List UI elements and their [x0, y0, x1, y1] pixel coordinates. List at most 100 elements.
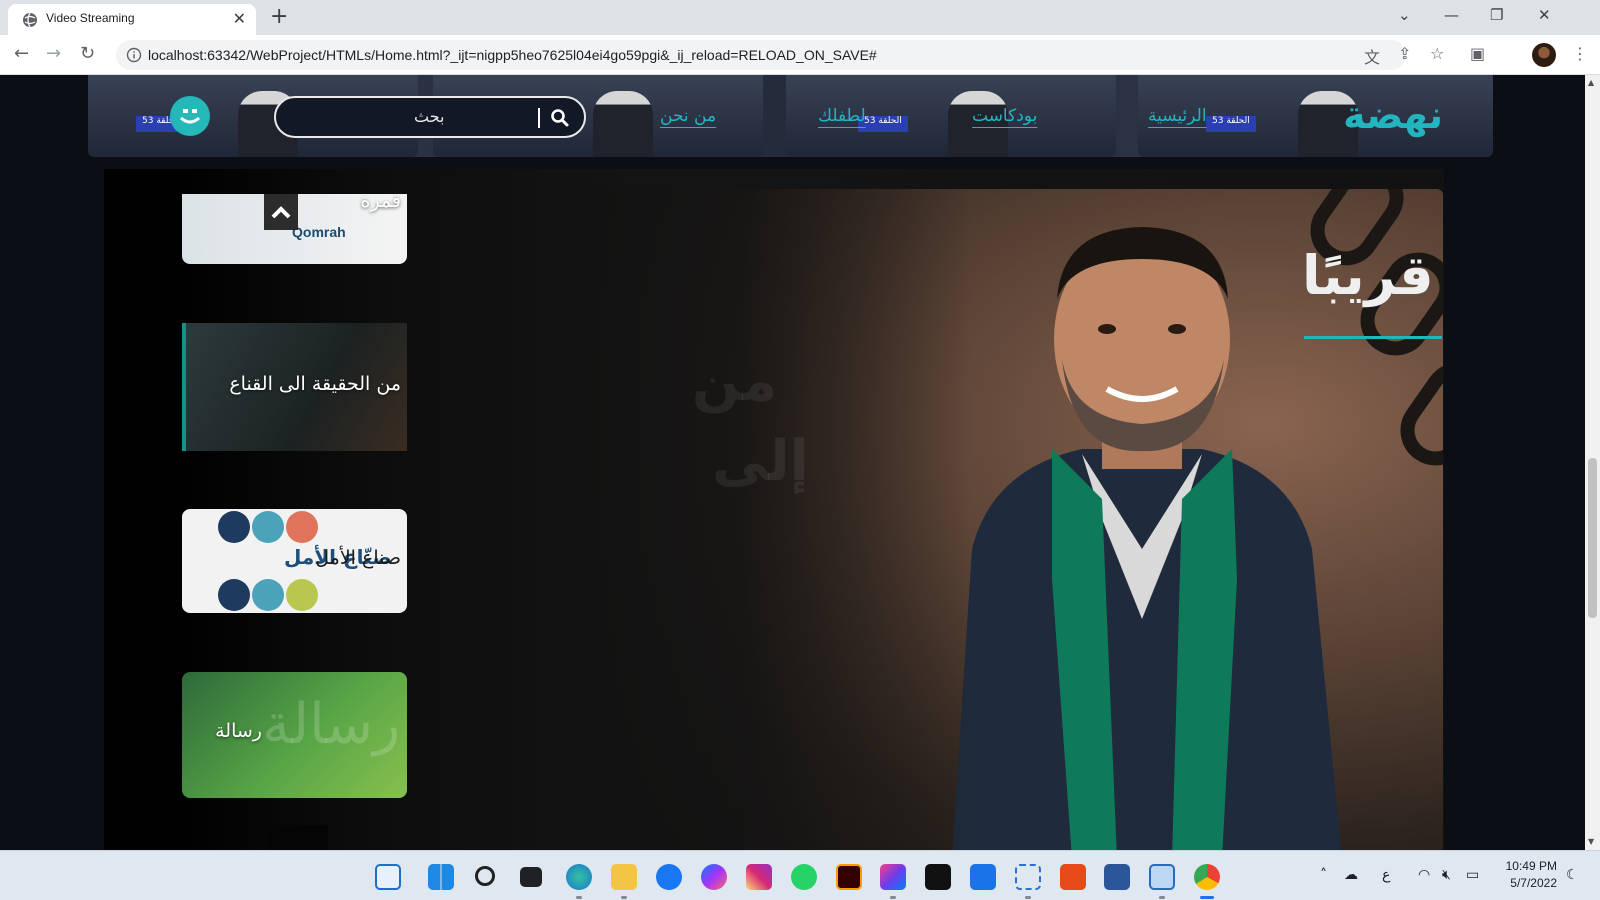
card-brand-text: Qomrah	[292, 224, 346, 240]
close-tab-icon[interactable]: ✕	[233, 9, 246, 28]
header-person-image	[593, 91, 653, 157]
snipping-tool-icon[interactable]	[1015, 864, 1041, 890]
clock-date: 5/7/2022	[1510, 876, 1557, 890]
tab-search-icon[interactable]: ⌄	[1398, 6, 1411, 24]
hero-banner[interactable]: من إلى قريبًا	[552, 189, 1443, 850]
volume-muted-icon[interactable]: 🔇︎	[1442, 867, 1451, 883]
browser-tab[interactable]: Video Streaming ✕	[8, 4, 256, 35]
program-card-truth-to-mask[interactable]: من الحقيقة الى القناع	[182, 323, 407, 451]
back-icon[interactable]: ←	[14, 43, 29, 64]
search-taskbar-icon[interactable]	[475, 866, 495, 886]
card-label: من الحقيقة الى القناع	[229, 373, 401, 395]
restore-icon[interactable]: ❐	[1490, 6, 1503, 24]
office-icon[interactable]	[1060, 864, 1086, 890]
scrollbar-thumb[interactable]	[1588, 458, 1597, 618]
episode-badge: الحلقة 53	[1206, 116, 1256, 132]
hero-title: قريبًا	[1302, 244, 1434, 307]
notifications-icon[interactable]: ☾	[1566, 867, 1579, 883]
battery-icon[interactable]: ▭	[1466, 867, 1479, 883]
browser-tab-bar: Video Streaming ✕ + ⌄ — ❐ ✕	[0, 0, 1600, 35]
task-view-icon[interactable]	[520, 867, 542, 887]
show-hidden-icons-icon[interactable]: ˄	[1320, 867, 1327, 883]
file-explorer-icon[interactable]	[611, 864, 637, 890]
hero-ghost-text: من	[692, 349, 778, 414]
minimize-icon[interactable]: —	[1444, 6, 1459, 24]
smiley-face-icon	[180, 109, 200, 124]
netflix-icon[interactable]	[925, 864, 951, 890]
web-page: 53 الحلقة الحلقة 53 الحلقة 53 بحث من نحن…	[0, 75, 1585, 850]
decor-dot	[252, 511, 284, 543]
globe-icon	[23, 12, 37, 28]
program-card-resalah[interactable]: رسالة رسالة	[182, 672, 407, 798]
menu-icon[interactable]: ⋮	[1572, 44, 1588, 63]
forward-icon[interactable]: →	[46, 43, 61, 64]
running-indicator	[1159, 896, 1165, 899]
nav-link-home[interactable]: الرئيسية	[1148, 106, 1207, 126]
decor-dot	[286, 511, 318, 543]
card-brand-text: رسالة	[262, 692, 401, 757]
onedrive-icon[interactable]: ☁	[1344, 867, 1358, 883]
instagram-icon[interactable]	[746, 864, 772, 890]
decor-dot	[286, 579, 318, 611]
messenger-icon[interactable]	[701, 864, 727, 890]
site-logo[interactable]: نهضة	[1343, 93, 1443, 137]
tab-title: Video Streaming	[46, 11, 135, 25]
whatsapp-icon[interactable]	[791, 864, 817, 890]
url-text: localhost:63342/WebProject/HTMLs/Home.ht…	[148, 47, 877, 63]
nav-link-about[interactable]: من نحن	[660, 106, 716, 126]
browser-toolbar: ← → ↻ localhost:63342/WebProject/HTMLs/H…	[0, 35, 1600, 75]
taskbar-clock[interactable]: 10:49 PM 5/7/2022	[1503, 858, 1557, 892]
hero-title-underline	[1304, 336, 1442, 339]
profile-avatar[interactable]	[1532, 43, 1556, 67]
sidepanel-icon[interactable]: ▣	[1470, 44, 1485, 63]
card-label: قمرة	[360, 194, 401, 212]
store-icon[interactable]	[970, 864, 996, 890]
program-card-hope-makers[interactable]: صنّاع الأمل صناع الأمل	[182, 509, 407, 613]
smiley-icon[interactable]	[170, 96, 210, 136]
input-language[interactable]: ع	[1382, 867, 1390, 883]
decor-dot	[252, 579, 284, 611]
scroll-up-arrow-icon[interactable]: ▲	[1588, 78, 1594, 87]
word-icon[interactable]	[1104, 864, 1130, 890]
facebook-icon[interactable]	[656, 864, 682, 890]
start-icon[interactable]	[428, 864, 454, 890]
scroll-down-arrow-icon[interactable]: ▼	[1588, 837, 1594, 846]
illustrator-icon[interactable]	[836, 864, 862, 890]
running-indicator	[1025, 896, 1031, 899]
star-icon[interactable]: ☆	[1430, 44, 1444, 63]
share-icon[interactable]: ⇪	[1398, 44, 1411, 63]
nav-link-kids[interactable]: لطفلك	[818, 106, 866, 126]
main-content: من إلى قريبًا Qomrah قمرة من الحقيقة الى…	[104, 169, 1444, 850]
notepad-icon[interactable]	[1149, 864, 1175, 890]
page-scrollbar[interactable]: ▲ ▼	[1585, 75, 1600, 850]
running-indicator	[576, 896, 582, 899]
chevron-up-icon	[271, 206, 291, 219]
edge-icon[interactable]	[566, 864, 592, 890]
translate-icon[interactable]: 文	[1364, 44, 1380, 68]
wifi-icon[interactable]: ◠	[1418, 867, 1430, 883]
search-box[interactable]: بحث	[274, 96, 586, 138]
info-icon[interactable]	[126, 47, 142, 63]
phpstorm-icon[interactable]	[880, 864, 906, 890]
clock-time: 10:49 PM	[1505, 859, 1557, 873]
hero-fade-overlay	[552, 189, 972, 850]
widgets-icon[interactable]	[375, 864, 401, 890]
windows-taskbar: ˄ ☁ ع ◠ 🔇︎ ▭ 10:49 PM 5/7/2022 ☾	[0, 850, 1600, 900]
running-indicator	[621, 896, 627, 899]
close-window-icon[interactable]: ✕	[1538, 6, 1551, 24]
decor-dot	[218, 511, 250, 543]
chain-decoration	[1386, 348, 1443, 480]
chrome-icon[interactable]	[1194, 864, 1220, 890]
site-header: 53 الحلقة الحلقة 53 الحلقة 53 بحث من نحن…	[88, 75, 1493, 157]
nav-link-podcast[interactable]: بودكاست	[972, 106, 1037, 126]
scroll-up-button[interactable]	[264, 194, 298, 230]
reload-icon[interactable]: ↻	[80, 43, 95, 64]
new-tab-icon[interactable]: +	[270, 4, 288, 29]
program-card-qomrah[interactable]: Qomrah قمرة	[182, 194, 407, 264]
search-placeholder: بحث	[414, 107, 445, 126]
address-bar[interactable]: localhost:63342/WebProject/HTMLs/Home.ht…	[116, 40, 1406, 70]
host-portrait	[952, 227, 1342, 850]
card-label: رسالة	[215, 720, 262, 742]
search-icon[interactable]	[550, 108, 570, 128]
running-indicator	[890, 896, 896, 899]
